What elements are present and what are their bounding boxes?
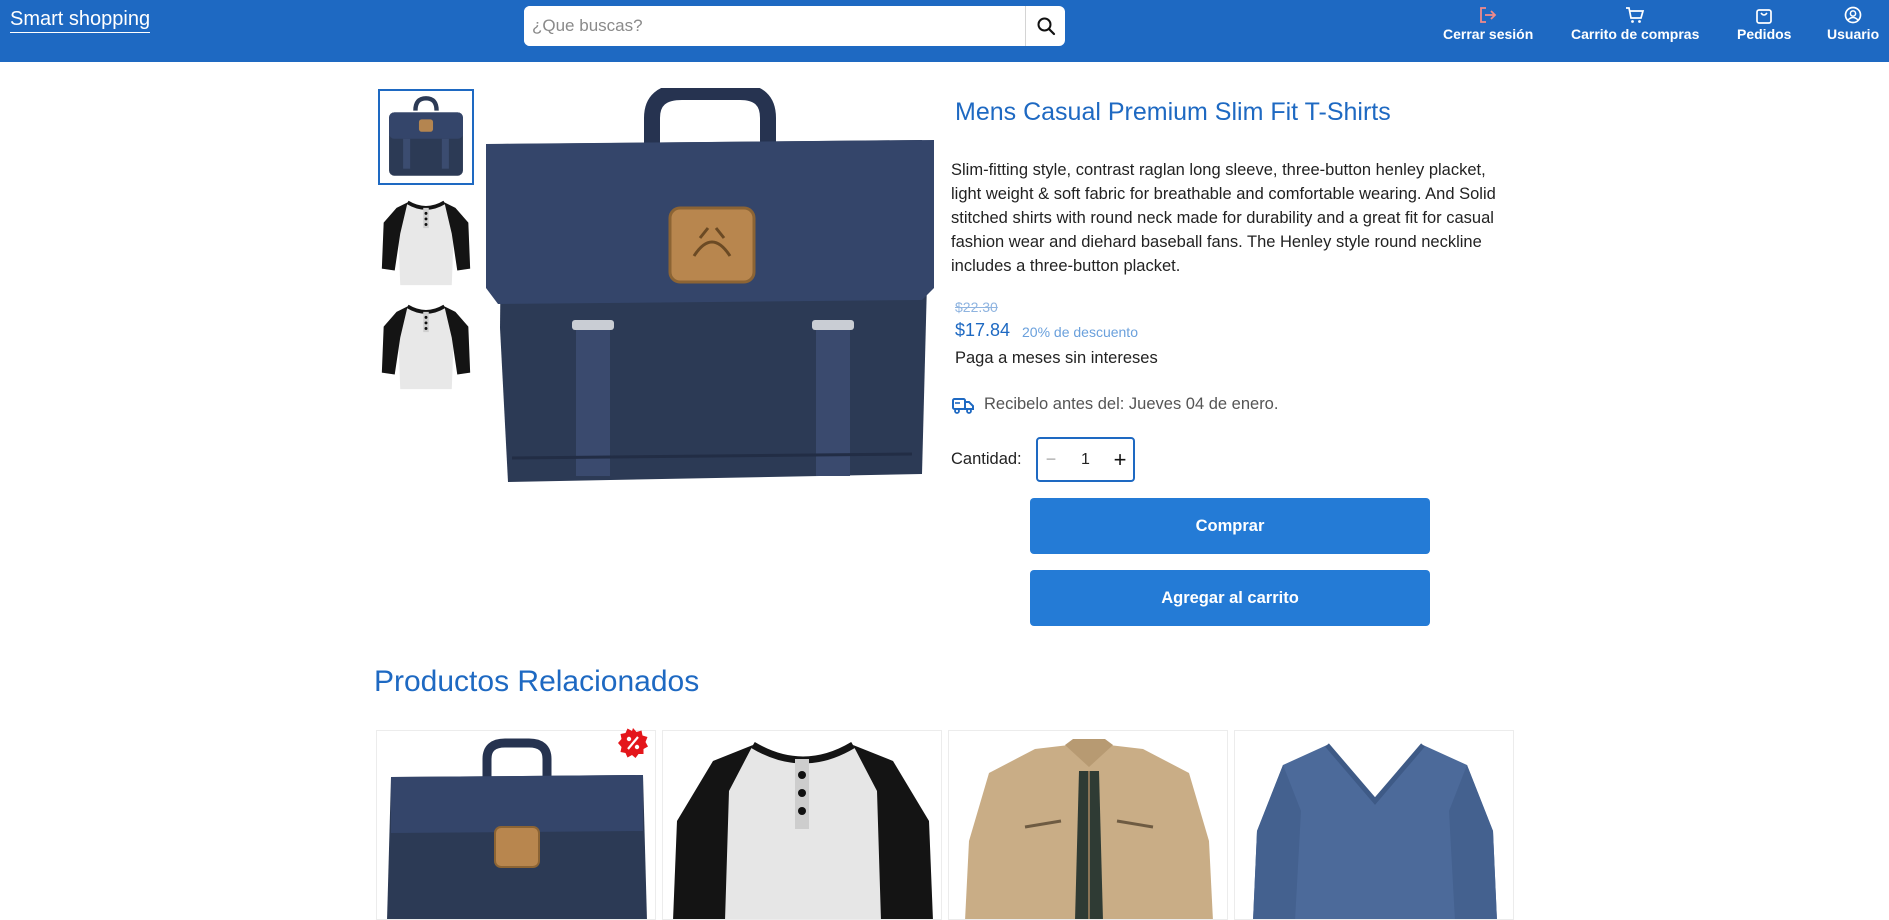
thumbnail-henley-shirt-1[interactable] (378, 193, 474, 289)
search-button[interactable] (1025, 6, 1065, 46)
thumbnail-backpack[interactable] (378, 89, 474, 185)
shopping-bag-icon (1756, 9, 1773, 24)
product-main-image (486, 88, 934, 482)
original-price: $22.30 (955, 299, 998, 315)
related-products-heading: Productos Relacionados (374, 665, 700, 698)
quantity-label: Cantidad: (951, 450, 1022, 468)
top-navbar: Smart shopping Cerrar sesión Carrito de … (0, 0, 1889, 62)
product-title: Mens Casual Premium Slim Fit T-Shirts (955, 98, 1391, 126)
search-bar (524, 6, 1065, 46)
henley-shirt-thumbnail-image (381, 304, 471, 390)
logout-icon (1480, 7, 1497, 23)
delivery-text: Recibelo antes del: Jueves 04 de enero. (984, 395, 1279, 413)
orders-button[interactable]: Pedidos (1737, 6, 1791, 42)
shopping-cart-icon (1626, 7, 1645, 23)
installments-label: Paga a meses sin intereses (955, 349, 1158, 367)
decrease-quantity-button[interactable]: − (1038, 449, 1064, 470)
product-description: Slim-fitting style, contrast raglan long… (951, 161, 1496, 275)
backpack-thumbnail-image (389, 96, 463, 176)
buy-button[interactable]: Comprar (1030, 498, 1430, 554)
orders-label: Pedidos (1737, 26, 1792, 42)
henley-shirt-image (673, 741, 933, 919)
related-product-card-henley-shirt[interactable] (662, 730, 942, 920)
logout-button[interactable]: Cerrar sesión (1443, 6, 1533, 42)
brand-link[interactable]: Smart shopping (10, 8, 151, 33)
discount-label: 20% de descuento (1022, 324, 1138, 340)
add-to-cart-button[interactable]: Agregar al carrito (1030, 570, 1430, 626)
related-product-card-vneck-shirt[interactable] (1234, 730, 1514, 920)
increase-quantity-button[interactable]: + (1107, 447, 1133, 473)
delivery-info: Recibelo antes del: Jueves 04 de enero. (952, 395, 1278, 414)
thumbnail-henley-shirt-2[interactable] (378, 297, 474, 393)
user-label: Usuario (1827, 26, 1880, 42)
quantity-value[interactable]: 1 (1064, 451, 1107, 469)
user-button[interactable]: Usuario (1827, 6, 1879, 42)
delivery-truck-icon (952, 397, 974, 414)
search-icon (1037, 17, 1055, 36)
vneck-shirt-image (1253, 743, 1497, 919)
cart-label: Carrito de compras (1571, 26, 1700, 42)
jacket-image (965, 739, 1213, 919)
search-input[interactable] (524, 6, 1025, 46)
user-icon (1844, 6, 1862, 24)
related-product-card-jacket[interactable] (948, 730, 1228, 920)
related-product-card-backpack[interactable] (376, 730, 656, 920)
cart-button[interactable]: Carrito de compras (1571, 6, 1699, 42)
current-price: $17.84 (955, 320, 1011, 340)
quantity-stepper: − 1 + (1036, 437, 1135, 482)
backpack-image (387, 738, 647, 919)
logout-label: Cerrar sesión (1443, 26, 1534, 42)
henley-shirt-thumbnail-image (381, 200, 471, 286)
discount-badge-icon (618, 728, 648, 758)
